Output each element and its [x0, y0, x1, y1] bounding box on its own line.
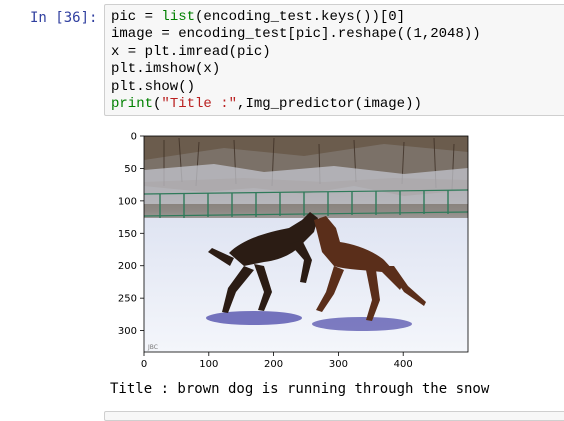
x-tick-label: 100	[199, 359, 218, 370]
x-tick-label: 400	[394, 359, 413, 370]
output-area: JBC 0 50 100 150 200 250 300 0 100 200 300 400 Tit…	[104, 120, 564, 415]
y-tick-label: 250	[118, 294, 137, 305]
code-token: ,Img_predictor(image))	[237, 96, 422, 113]
y-tick-label: 300	[118, 326, 137, 337]
print-output: Title : brown dog is running through the…	[110, 381, 490, 397]
code-token: "Title :"	[161, 96, 238, 113]
code-token: x = plt.imread(pic)	[111, 43, 271, 60]
y-tick-label: 0	[131, 132, 137, 143]
code-line: image = encoding_test[pic].reshape((1,20…	[111, 26, 481, 42]
y-tick-label: 100	[118, 196, 137, 207]
code-token: (encoding_test.keys())[0]	[195, 9, 406, 25]
input-prompt: In [36]:	[30, 10, 98, 26]
code-token: pic =	[111, 9, 162, 25]
code-token: plt.imshow(x)	[111, 61, 221, 78]
matplotlib-figure: JBC 0 50 100 150 200 250 300 0 100 200 300 400	[118, 132, 469, 370]
code-editor[interactable]: pic = list(encoding_test.keys())[0] imag…	[111, 9, 481, 113]
x-tick-label: 200	[264, 359, 283, 370]
x-tick-label: 300	[329, 359, 348, 370]
y-axis: 0 50 100 150 200 250 300	[118, 132, 144, 337]
x-axis: 0 100 200 300 400	[141, 352, 413, 370]
svg-text:JBC: JBC	[147, 344, 158, 351]
code-token: print	[111, 96, 154, 113]
code-token: image = encoding_test[pic].reshape((1,20…	[111, 26, 481, 43]
code-token: plt.show()	[111, 78, 196, 95]
notebook-cell: In [36]: pic = list(encoding_test.keys()…	[0, 0, 564, 421]
next-cell[interactable]	[104, 411, 564, 421]
code-token: list	[161, 9, 196, 25]
y-tick-label: 200	[118, 261, 137, 272]
x-tick-label: 0	[141, 359, 147, 370]
code-line: print("Title :",Img_predictor(image))	[111, 96, 422, 112]
y-tick-label: 150	[118, 229, 137, 240]
code-input-area[interactable]: pic = list(encoding_test.keys())[0] imag…	[104, 4, 564, 116]
dog-photo: JBC	[143, 136, 469, 352]
code-line: plt.imshow(x)	[111, 61, 220, 77]
code-line: plt.show()	[111, 79, 195, 95]
code-line: pic = list(encoding_test.keys())[0]	[111, 9, 405, 25]
code-line: x = plt.imread(pic)	[111, 44, 271, 60]
y-tick-label: 50	[124, 164, 137, 175]
